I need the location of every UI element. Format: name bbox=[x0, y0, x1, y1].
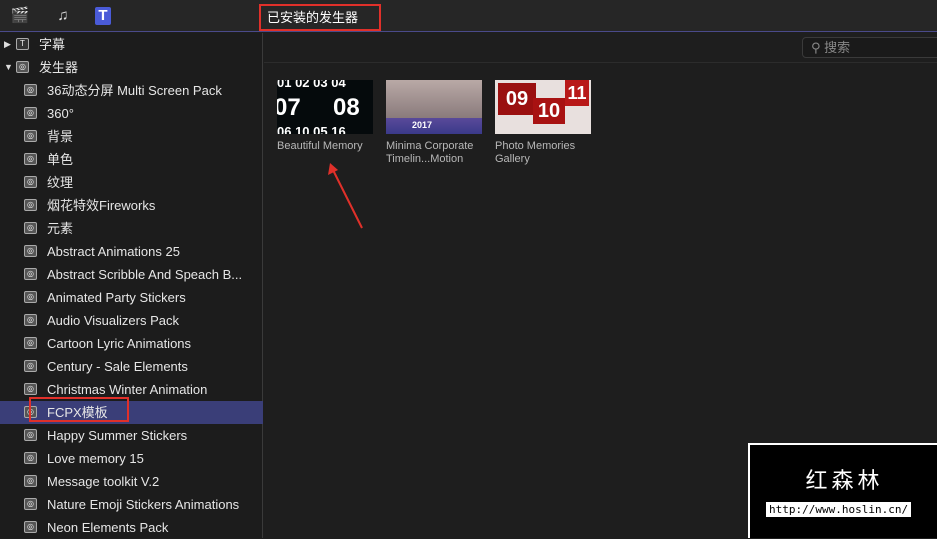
sidebar-item-label: Happy Summer Stickers bbox=[47, 428, 188, 443]
thumb-text: 01 02 03 04 bbox=[277, 80, 346, 90]
thumb-text: 11 bbox=[565, 80, 589, 106]
sidebar-item[interactable]: ◎ Nature Emoji Stickers Animations bbox=[0, 493, 263, 516]
sidebar-item[interactable]: ◎ 元素 bbox=[0, 217, 263, 240]
sidebar-item-label: 发生器 bbox=[39, 60, 79, 75]
sidebar-item[interactable]: ◎ 背景 bbox=[0, 125, 263, 148]
generator-icon: ◎ bbox=[24, 153, 37, 165]
generator-icon: ◎ bbox=[24, 222, 37, 234]
thumbnail-label: Photo Memories Gallery bbox=[495, 140, 576, 165]
sidebar-item[interactable]: ◎ Abstract Animations 25 bbox=[0, 240, 263, 263]
generator-icon: ◎ bbox=[24, 107, 37, 119]
sidebar-item[interactable]: ◎ Animated Party Stickers bbox=[0, 286, 263, 309]
watermark-title: 红森林 bbox=[805, 468, 884, 493]
search-placeholder: 搜索 bbox=[824, 40, 851, 55]
sidebar-item-label: 纹理 bbox=[47, 175, 74, 190]
generator-icon: ◎ bbox=[24, 360, 37, 372]
generator-icon: ◎ bbox=[24, 337, 37, 349]
generator-icon: ◎ bbox=[24, 498, 37, 510]
generator-source-selector[interactable]: 已安装的发生器 ⌃⌄ bbox=[259, 4, 381, 48]
sidebar-item[interactable]: ◎ Audio Visualizers Pack bbox=[0, 309, 263, 332]
sidebar-item-label: Abstract Animations 25 bbox=[47, 244, 180, 259]
sidebar-item-label: Message toolkit V.2 bbox=[47, 474, 160, 489]
music-icon[interactable]: ♫ bbox=[53, 7, 73, 25]
search-icon: ⚲ bbox=[811, 40, 825, 55]
generator-icon: ◎ bbox=[24, 475, 37, 487]
thumb-text: 06 10 05 16 bbox=[277, 124, 346, 134]
thumbnail-beautiful-memory[interactable]: 01 02 03 04 07 08 06 10 05 16 bbox=[277, 80, 373, 134]
sidebar-item-label: Audio Visualizers Pack bbox=[47, 313, 179, 328]
thumb-text: 09 bbox=[498, 83, 536, 115]
generator-icon: ◎ bbox=[24, 452, 37, 464]
sidebar-item-label: Animated Party Stickers bbox=[47, 290, 186, 305]
thumb-text: 07 bbox=[277, 94, 301, 121]
titles-icon[interactable]: T bbox=[95, 7, 111, 25]
sidebar-item[interactable]: ◎ 单色 bbox=[0, 148, 263, 171]
generator-icon: ◎ bbox=[24, 199, 37, 211]
generator-icon: ◎ bbox=[24, 383, 37, 395]
sidebar-item-label: Century - Sale Elements bbox=[47, 359, 188, 374]
sidebar-item-label: 单色 bbox=[47, 152, 74, 167]
sidebar-item-label: Cartoon Lyric Animations bbox=[47, 336, 192, 351]
sidebar-item-label: 字幕 bbox=[39, 37, 66, 52]
thumb-text: 08 bbox=[333, 94, 360, 121]
sidebar-item[interactable]: ◎ Message toolkit V.2 bbox=[0, 470, 263, 493]
sidebar-item[interactable]: ◎ Neon Elements Pack bbox=[0, 516, 263, 539]
search-input[interactable]: ⚲ 搜索 bbox=[802, 37, 937, 58]
generator-icon: ◎ bbox=[24, 84, 37, 96]
red-arrow-annotation bbox=[328, 163, 363, 229]
sidebar-item-label: 36动态分屏 Multi Screen Pack bbox=[47, 83, 222, 98]
sidebar-item-label: 背景 bbox=[47, 129, 74, 144]
sidebar-item[interactable]: ◎ Happy Summer Stickers bbox=[0, 424, 263, 447]
sidebar-item[interactable]: ◎ 360° bbox=[0, 102, 263, 125]
thumb-text: 2017 bbox=[412, 120, 433, 130]
sidebar-item[interactable]: ◎ Love memory 15 bbox=[0, 447, 263, 470]
disclosure-right-icon[interactable]: ▶ bbox=[4, 33, 11, 56]
sidebar-item-label: 360° bbox=[47, 106, 74, 121]
sidebar-item[interactable]: ◎ Cartoon Lyric Animations bbox=[0, 332, 263, 355]
thumbnail-photo-memories[interactable]: 09 10 11 bbox=[495, 80, 591, 134]
sidebar-item[interactable]: ◎ 36动态分屏 Multi Screen Pack bbox=[0, 79, 263, 102]
sidebar: ▶ T 字幕 ▼ ◎ 发生器 ◎ 36动态分屏 Multi Screen Pack… bbox=[0, 33, 263, 538]
disclosure-down-icon[interactable]: ▼ bbox=[4, 56, 13, 79]
watermark: 红森林 http://www.hoslin.cn/ bbox=[748, 443, 937, 538]
highlight-annotation bbox=[29, 397, 129, 422]
clapper-star-icon[interactable]: 🎬 bbox=[10, 7, 30, 25]
sidebar-item[interactable]: ◎ Century - Sale Elements bbox=[0, 355, 263, 378]
search-bar: ⚲ 搜索 bbox=[264, 33, 937, 63]
generator-icon: ◎ bbox=[24, 291, 37, 303]
generator-icon: ◎ bbox=[24, 245, 37, 257]
sidebar-item-label: Abstract Scribble And Speach B... bbox=[47, 267, 243, 282]
generator-icon: ◎ bbox=[24, 176, 37, 188]
sidebar-item-label: Neon Elements Pack bbox=[47, 520, 169, 535]
titles-icon: T bbox=[16, 38, 29, 50]
thumbnail-label: Minima Corporate Timelin...Motion bbox=[386, 140, 474, 165]
sidebar-item[interactable]: ◎ 烟花特效Fireworks bbox=[0, 194, 263, 217]
generator-icon: ◎ bbox=[24, 130, 37, 142]
sidebar-item[interactable]: ◎ 纹理 bbox=[0, 171, 263, 194]
watermark-url: http://www.hoslin.cn/ bbox=[766, 502, 912, 517]
sidebar-item-label: Nature Emoji Stickers Animations bbox=[47, 497, 240, 512]
thumb-text: 10 bbox=[533, 98, 565, 124]
toolbar: 🎬 ♫ T 已安装的发生器 ⌃⌄ bbox=[0, 0, 937, 48]
sidebar-item-label: Love memory 15 bbox=[47, 451, 144, 466]
generator-icon: ◎ bbox=[16, 61, 29, 73]
generator-icon: ◎ bbox=[24, 521, 37, 533]
thumbnail-minima-corporate[interactable]: 2017 bbox=[386, 80, 482, 134]
sidebar-item-titles[interactable]: ▶ T 字幕 bbox=[0, 33, 263, 56]
sidebar-item-label: 元素 bbox=[47, 221, 74, 236]
generator-icon: ◎ bbox=[24, 429, 37, 441]
generator-icon: ◎ bbox=[24, 268, 37, 280]
sidebar-item-label: 烟花特效Fireworks bbox=[47, 198, 156, 213]
generator-icon: ◎ bbox=[24, 314, 37, 326]
thumbnail-label: Beautiful Memory bbox=[277, 140, 363, 152]
sidebar-item[interactable]: ◎ Abstract Scribble And Speach B... bbox=[0, 263, 263, 286]
sidebar-item-generators[interactable]: ▼ ◎ 发生器 bbox=[0, 56, 263, 79]
